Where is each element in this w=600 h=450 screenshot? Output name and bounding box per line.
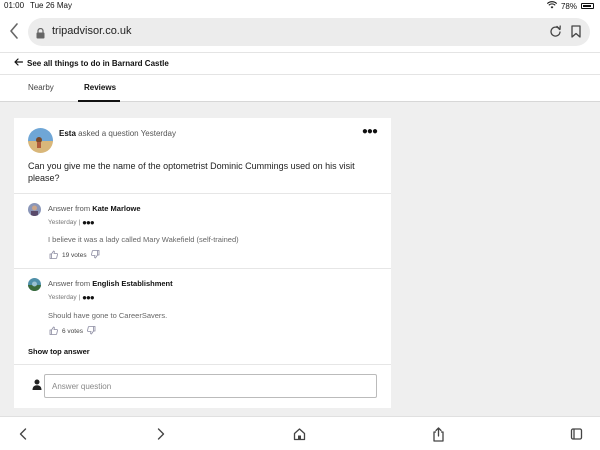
thumbs-up-icon[interactable] [49,250,58,261]
battery-icon [581,3,594,9]
browser-toolbar [0,416,600,450]
divider [14,364,391,365]
answer-prefix: Answer from [48,279,91,288]
thumbs-down-icon[interactable] [90,250,100,261]
answer-votes: 6 votes [49,326,96,337]
show-top-answer-link[interactable]: Show top answer [28,347,90,356]
share-icon[interactable] [432,427,445,447]
back-icon[interactable] [18,427,28,446]
answer-date: Yesterday | [48,294,81,301]
answer-header: Answer from English Establishment [48,279,173,288]
lock-icon [36,26,45,44]
question-text: Can you give me the name of the optometr… [28,161,355,183]
avatar[interactable] [28,128,53,153]
answer-date-row: Yesterday | ●●● [48,293,95,302]
answer-text: Should have gone to CareerSavers. [48,311,168,320]
answer-date: Yesterday | [48,219,81,226]
answer-avatar[interactable] [28,278,41,291]
back-icon[interactable] [8,22,22,40]
bookmark-icon[interactable] [571,25,581,43]
breadcrumb-label: See all things to do in Barnard Castle [27,58,169,68]
tab-bar: Nearby Reviews [0,74,600,102]
breadcrumb[interactable]: See all things to do in Barnard Castle [14,58,169,68]
thumbs-down-icon[interactable] [87,326,96,337]
question-card: Esta asked a question Yesterday ●●● Can … [14,118,391,408]
answer-question-input[interactable] [44,374,377,398]
wifi-icon [546,1,558,11]
tab-nearby[interactable]: Nearby [28,83,54,92]
status-bar: 01:00 Tue 26 May 78% [0,0,600,12]
answer-prefix: Answer from [48,204,91,213]
answer-author[interactable]: English Establishment [92,279,172,288]
question-action: asked a question Yesterday [78,129,176,138]
thumbs-up-icon[interactable] [49,326,58,337]
tabs-icon[interactable] [570,427,583,446]
home-icon[interactable] [293,427,306,446]
answer-header: Answer from Kate Marlowe [48,204,141,213]
status-date: Tue 26 May [30,1,72,10]
user-icon [32,377,42,395]
answer-text: I believe it was a lady called Mary Wake… [48,235,239,244]
status-right: 78% [546,1,594,11]
reload-icon[interactable] [549,25,562,43]
question-meta: Esta asked a question Yesterday [59,129,176,138]
address-url: tripadvisor.co.uk [52,25,132,37]
tab-reviews[interactable]: Reviews [84,83,116,92]
more-icon[interactable]: ●●● [82,293,94,302]
battery-percentage: 78% [560,1,577,11]
active-tab-indicator [78,100,120,102]
answer-avatar[interactable] [28,203,41,216]
divider [14,193,391,194]
more-icon[interactable]: ●●● [362,126,378,137]
arrow-left-icon [14,58,24,68]
browser-address-row: tripadvisor.co.uk [0,12,600,52]
answer-votes: 19 votes [49,250,100,261]
address-bar[interactable]: tripadvisor.co.uk [28,18,590,46]
answer-date-row: Yesterday | ●●● [48,218,95,227]
vote-count: 6 votes [62,328,83,335]
more-icon[interactable]: ●●● [82,218,94,227]
divider [14,268,391,269]
question-author[interactable]: Esta [59,129,76,138]
status-time: 01:00 [4,1,25,10]
forward-icon[interactable] [156,427,166,446]
vote-count: 19 votes [62,252,87,259]
answer-author[interactable]: Kate Marlowe [92,204,140,213]
breadcrumb-row: See all things to do in Barnard Castle [0,52,600,74]
